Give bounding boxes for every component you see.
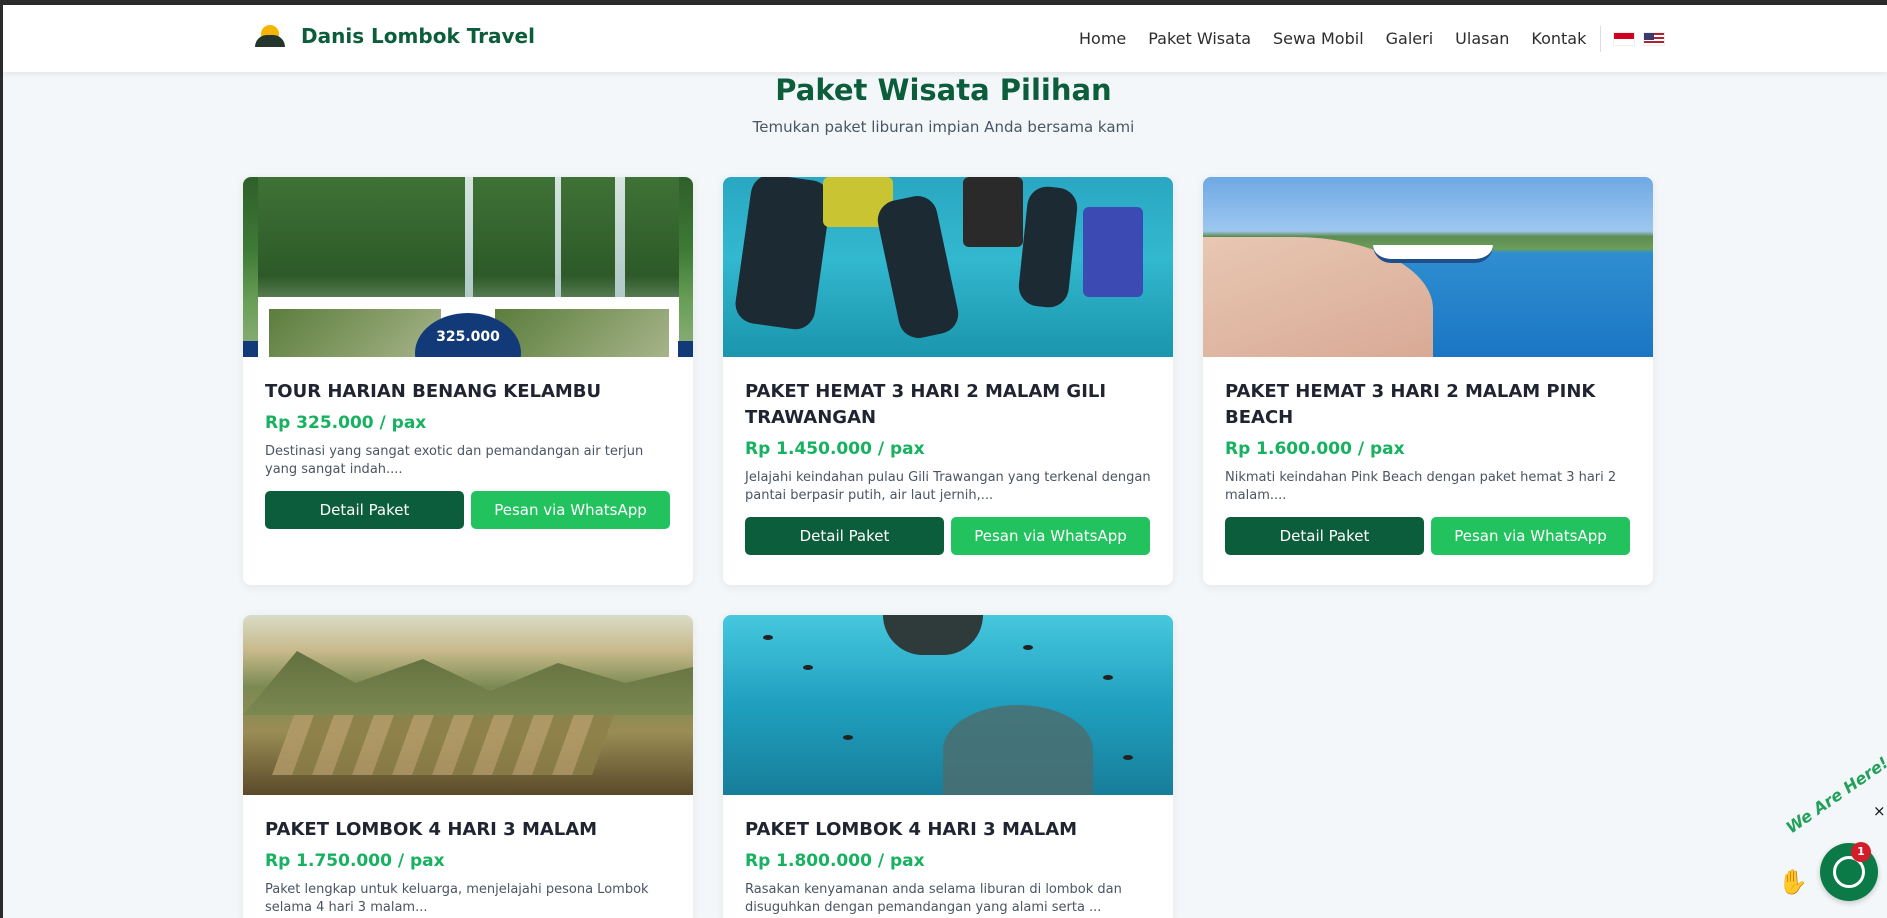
package-image-gili-trawangan[interactable] bbox=[723, 177, 1173, 357]
package-title: TOUR HARIAN BENANG KELAMBU bbox=[265, 381, 602, 402]
chat-notification-badge: 1 bbox=[1851, 842, 1871, 862]
package-image-underwater[interactable] bbox=[723, 615, 1173, 795]
flag-us-icon[interactable] bbox=[1643, 31, 1666, 46]
package-price: Rp 1.750.000 / pax bbox=[265, 851, 445, 871]
flag-id-icon[interactable] bbox=[1613, 31, 1636, 46]
package-title: PAKET LOMBOK 4 HARI 3 MALAM bbox=[745, 819, 1078, 840]
detail-package-button[interactable]: Detail Paket bbox=[745, 517, 944, 555]
package-card: PAKET HEMAT 3 HARI 2 MALAM GILI TRAWANGA… bbox=[723, 177, 1173, 585]
package-description: Rasakan kenyamanan anda selama liburan d… bbox=[745, 882, 1122, 915]
package-price: Rp 1.800.000 / pax bbox=[745, 851, 925, 871]
package-title: PAKET LOMBOK 4 HARI 3 MALAM bbox=[265, 819, 598, 840]
package-title: PAKET HEMAT 3 HARI 2 MALAM PINK BEACH bbox=[1225, 381, 1596, 428]
section-subtitle: Temukan paket liburan impian Anda bersam… bbox=[752, 118, 1135, 136]
nav-item-ulasan[interactable]: Ulasan bbox=[1455, 29, 1509, 48]
package-description: Nikmati keindahan Pink Beach dengan pake… bbox=[1225, 470, 1617, 503]
sun-hill-logo-icon bbox=[255, 23, 285, 49]
section-title: Paket Wisata Pilihan bbox=[775, 73, 1112, 107]
nav-item-galeri[interactable]: Galeri bbox=[1386, 29, 1434, 48]
detail-package-button[interactable]: Detail Paket bbox=[1225, 517, 1424, 555]
chat-tagline: We Are Here! bbox=[1782, 752, 1887, 838]
order-whatsapp-button[interactable]: Pesan via WhatsApp bbox=[951, 517, 1150, 555]
main-nav: Home Paket Wisata Sewa Mobil Galeri Ulas… bbox=[1079, 5, 1673, 72]
package-price: Rp 325.000 / pax bbox=[265, 413, 427, 433]
order-whatsapp-button[interactable]: Pesan via WhatsApp bbox=[1431, 517, 1630, 555]
package-card: PAKET HEMAT 3 HARI 2 MALAM PINK BEACH Rp… bbox=[1203, 177, 1653, 585]
package-description: Jelajahi keindahan pulau Gili Trawangan … bbox=[745, 470, 1151, 503]
package-title: PAKET HEMAT 3 HARI 2 MALAM GILI TRAWANGA… bbox=[745, 381, 1107, 428]
package-card: 325.000 TOUR HARIAN BENANG KELAMBU Rp 32… bbox=[243, 177, 693, 585]
nav-item-home[interactable]: Home bbox=[1079, 29, 1126, 48]
waving-hand-icon: ✋ bbox=[1778, 868, 1808, 896]
package-price: Rp 1.450.000 / pax bbox=[745, 439, 925, 459]
package-image-pink-beach[interactable] bbox=[1203, 177, 1653, 357]
package-price: Rp 1.600.000 / pax bbox=[1225, 439, 1405, 459]
package-card: PAKET LOMBOK 4 HARI 3 MALAM Rp 1.750.000… bbox=[243, 615, 693, 918]
package-image-benang-kelambu[interactable]: 325.000 bbox=[243, 177, 693, 357]
window-left-border bbox=[0, 0, 3, 918]
detail-package-button[interactable]: Detail Paket bbox=[265, 491, 464, 529]
nav-item-paket-wisata[interactable]: Paket Wisata bbox=[1148, 29, 1251, 48]
navbar: Danis Lombok Travel Home Paket Wisata Se… bbox=[3, 5, 1887, 72]
nav-item-kontak[interactable]: Kontak bbox=[1531, 29, 1586, 48]
order-whatsapp-button[interactable]: Pesan via WhatsApp bbox=[471, 491, 670, 529]
nav-item-sewa-mobil[interactable]: Sewa Mobil bbox=[1273, 29, 1364, 48]
brand-name: Danis Lombok Travel bbox=[301, 24, 535, 48]
package-description: Destinasi yang sangat exotic dan pemanda… bbox=[265, 444, 644, 477]
chat-close-icon[interactable]: × bbox=[1873, 802, 1886, 820]
package-image-lombok-valley[interactable] bbox=[243, 615, 693, 795]
nav-divider bbox=[1600, 25, 1602, 52]
package-description: Paket lengkap untuk keluarga, menjelajah… bbox=[265, 882, 649, 915]
brand-link[interactable]: Danis Lombok Travel bbox=[255, 23, 535, 49]
package-card: PAKET LOMBOK 4 HARI 3 MALAM Rp 1.800.000… bbox=[723, 615, 1173, 918]
